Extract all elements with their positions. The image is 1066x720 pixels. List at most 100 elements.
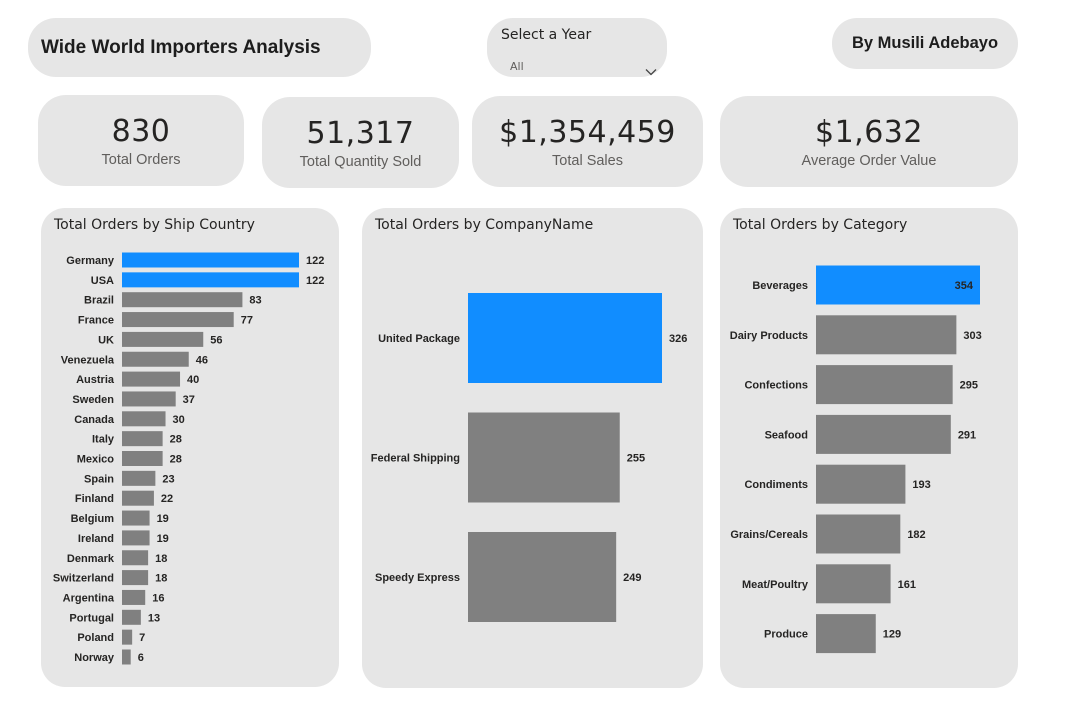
bar-denmark[interactable] <box>122 550 149 566</box>
bar-uk[interactable] <box>122 331 204 347</box>
kpi-value: $1,354,459 <box>499 114 676 150</box>
bar-poland[interactable] <box>122 629 133 645</box>
category-label-belgium: Belgium <box>71 513 115 525</box>
data-label-condiments: 193 <box>912 479 930 491</box>
data-label-federal-shipping: 255 <box>627 453 645 465</box>
category-label-usa: USA <box>91 275 114 287</box>
kpi-total-sales[interactable]: $1,354,459 Total Sales <box>472 96 703 187</box>
bar-finland[interactable] <box>122 490 154 506</box>
bar-mexico[interactable] <box>122 451 163 466</box>
data-label-austria: 40 <box>187 374 199 386</box>
bar-belgium[interactable] <box>122 510 150 526</box>
data-label-confections: 295 <box>960 380 978 392</box>
bar-sweden[interactable] <box>122 391 176 407</box>
kpi-value: 51,317 <box>306 115 415 151</box>
category-label-argentina: Argentina <box>63 592 115 604</box>
data-label-meat-poultry: 161 <box>898 579 916 591</box>
data-label-spain: 23 <box>162 473 174 485</box>
category-label-venezuela: Venezuela <box>61 354 115 366</box>
category-label-norway: Norway <box>74 652 115 664</box>
bar-germany[interactable] <box>122 252 299 268</box>
chevron-down-icon[interactable] <box>645 61 657 80</box>
country-bar-chart[interactable]: Germany 122 USA 122 Brazil 83 France 77 UK 56 Vene… <box>41 208 339 687</box>
bar-norway[interactable] <box>122 649 131 665</box>
bar-condiments[interactable] <box>816 464 906 504</box>
bar-canada[interactable] <box>122 411 166 427</box>
year-slicer: Select a Year All <box>487 18 667 77</box>
category-label-dairy-products: Dairy Products <box>730 330 808 342</box>
bar-france[interactable] <box>122 312 234 328</box>
bar-meat-poultry[interactable] <box>816 564 891 604</box>
orders-by-category-chart[interactable]: Total Orders by Category Beverages 354 Dai… <box>720 208 1018 688</box>
category-label-produce: Produce <box>764 629 808 641</box>
bar-usa[interactable] <box>122 272 299 288</box>
company-bar-chart[interactable]: United Package 326 Federal Shipping 255 Spee… <box>362 208 703 688</box>
category-label-grains-cereals: Grains/Cereals <box>730 529 808 541</box>
category-label-meat-poultry: Meat/Poultry <box>742 579 809 591</box>
data-label-sweden: 37 <box>183 394 195 406</box>
bar-produce[interactable] <box>816 614 876 654</box>
data-label-argentina: 16 <box>152 592 164 604</box>
bar-portugal[interactable] <box>122 609 141 625</box>
data-label-ireland: 19 <box>157 533 169 545</box>
data-label-mexico: 28 <box>170 454 182 466</box>
category-label-condiments: Condiments <box>744 479 808 491</box>
year-dropdown[interactable]: All <box>501 58 657 76</box>
bar-ireland[interactable] <box>122 530 150 546</box>
bar-switzerland[interactable] <box>122 570 149 586</box>
data-label-italy: 28 <box>170 434 182 446</box>
category-bar-chart[interactable]: Beverages 354 Dairy Products 303 Confections… <box>720 208 1018 688</box>
bar-federal-shipping[interactable] <box>468 412 620 503</box>
kpi-label: Total Orders <box>101 151 181 168</box>
year-dropdown-value: All <box>510 60 524 73</box>
orders-by-country-chart[interactable]: Total Orders by Ship Country Germany 122 U… <box>41 208 339 687</box>
data-label-canada: 30 <box>173 414 185 426</box>
category-label-seafood: Seafood <box>765 429 808 441</box>
orders-by-company-chart[interactable]: Total Orders by CompanyName United Packa… <box>362 208 703 688</box>
bar-confections[interactable] <box>816 365 953 405</box>
kpi-average-order-value[interactable]: $1,632 Average Order Value <box>720 96 1018 187</box>
bar-italy[interactable] <box>122 431 163 447</box>
page-title: Wide World Importers Analysis <box>41 36 321 58</box>
data-label-brazil: 83 <box>249 295 261 307</box>
data-label-speedy-express: 249 <box>623 572 641 584</box>
bar-united-package[interactable] <box>468 293 662 383</box>
slicer-title: Select a Year <box>501 27 592 43</box>
data-label-portugal: 13 <box>148 612 160 624</box>
data-label-seafood: 291 <box>958 429 976 441</box>
bar-seafood[interactable] <box>816 414 951 454</box>
data-label-germany: 122 <box>306 255 324 267</box>
category-label-finland: Finland <box>75 493 114 505</box>
category-label-spain: Spain <box>84 473 114 485</box>
category-label-uk: UK <box>98 334 114 346</box>
data-label-finland: 22 <box>161 493 173 505</box>
category-label-france: France <box>78 315 114 327</box>
bar-argentina[interactable] <box>122 589 146 605</box>
category-label-germany: Germany <box>66 255 115 267</box>
kpi-label: Total Sales <box>552 152 623 169</box>
bar-dairy-products[interactable] <box>816 315 957 355</box>
author-card: By Musili Adebayo <box>832 18 1018 69</box>
kpi-total-quantity[interactable]: 51,317 Total Quantity Sold <box>262 97 459 188</box>
bar-brazil[interactable] <box>122 292 243 308</box>
kpi-label: Total Quantity Sold <box>299 153 422 170</box>
data-label-beverages: 354 <box>955 280 974 292</box>
data-label-switzerland: 18 <box>155 573 167 585</box>
bar-austria[interactable] <box>122 371 181 387</box>
bar-spain[interactable] <box>122 470 156 486</box>
bar-grains-cereals[interactable] <box>816 514 901 554</box>
data-label-dairy-products: 303 <box>963 330 981 342</box>
category-label-sweden: Sweden <box>72 394 114 406</box>
category-label-italy: Italy <box>92 434 115 446</box>
category-label-ireland: Ireland <box>78 533 114 545</box>
bar-venezuela[interactable] <box>122 351 189 367</box>
category-label-poland: Poland <box>77 632 114 644</box>
category-label-canada: Canada <box>74 414 115 426</box>
data-label-denmark: 18 <box>155 553 167 565</box>
category-label-speedy-express: Speedy Express <box>375 572 460 584</box>
kpi-label: Average Order Value <box>801 152 937 169</box>
category-label-federal-shipping: Federal Shipping <box>371 453 460 465</box>
category-label-portugal: Portugal <box>69 612 114 624</box>
bar-speedy-express[interactable] <box>468 532 617 622</box>
kpi-total-orders[interactable]: 830 Total Orders <box>38 95 244 186</box>
